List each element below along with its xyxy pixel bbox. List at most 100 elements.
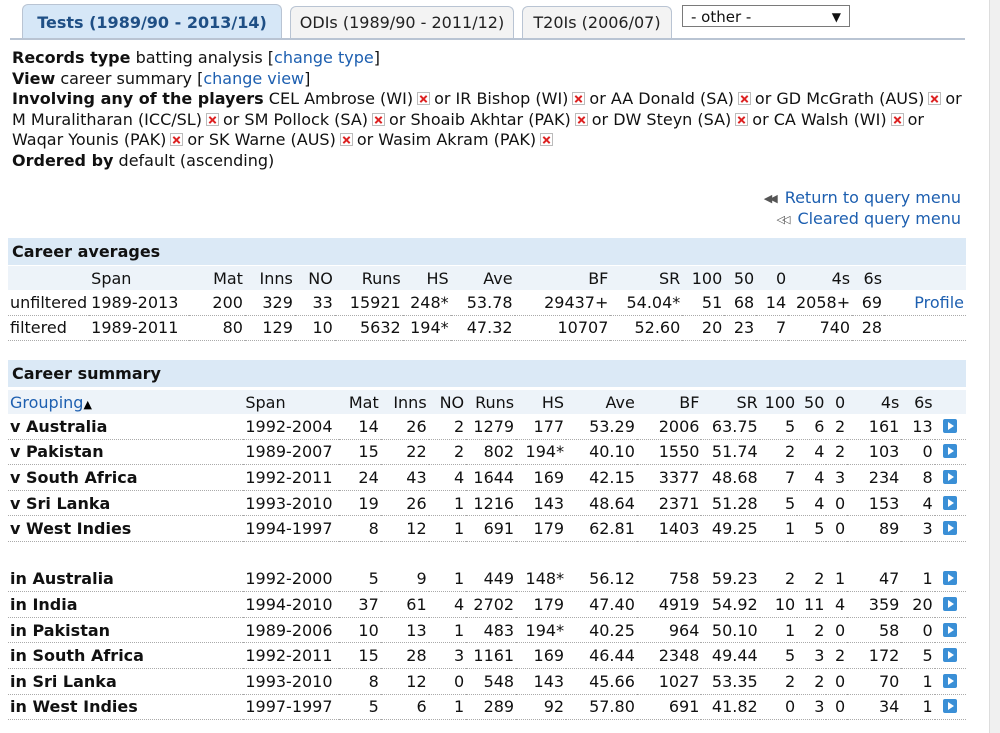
- table-cell: 758: [636, 566, 702, 593]
- drilldown-cell: [934, 464, 966, 491]
- return-query-link[interactable]: Return to query menu: [785, 188, 961, 207]
- change-view-link[interactable]: change view: [203, 69, 304, 88]
- player-name: CEL Ambrose (WI): [268, 89, 414, 108]
- tab-tests[interactable]: Tests (1989/90 - 2013/14): [22, 4, 282, 39]
- table-cell: 20: [682, 315, 725, 342]
- column-header[interactable]: 0: [826, 390, 848, 414]
- play-icon[interactable]: [943, 596, 958, 611]
- column-header[interactable]: Span: [243, 390, 340, 414]
- table-cell: 169: [516, 464, 567, 491]
- grouping-sort-link[interactable]: Grouping: [10, 393, 83, 412]
- column-header[interactable]: 4s: [847, 390, 902, 414]
- column-header[interactable]: SR: [701, 390, 760, 414]
- table-cell: 5: [339, 566, 381, 593]
- play-icon[interactable]: [943, 622, 958, 637]
- player-name: AA Donald (SA): [610, 89, 734, 108]
- column-header: 50: [724, 266, 757, 290]
- table-cell: 103: [847, 439, 902, 466]
- table-cell: 2: [826, 642, 848, 669]
- column-header[interactable]: Ave: [566, 390, 637, 414]
- drilldown-cell: [934, 694, 966, 721]
- drilldown-cell: [934, 642, 966, 669]
- change-type-link[interactable]: change type: [274, 48, 374, 67]
- remove-x-icon[interactable]: [540, 133, 554, 146]
- profile-link[interactable]: Profile: [914, 293, 964, 312]
- ordered-line: Ordered by default (ascending): [12, 151, 972, 172]
- table-cell: 4: [428, 464, 467, 491]
- table-row: filtered 1989-2011 80 129 10 5632 194* 47.32 107…: [8, 315, 966, 342]
- column-header[interactable]: 100: [759, 390, 798, 414]
- remove-x-icon[interactable]: [735, 112, 749, 126]
- table-cell: 10: [294, 315, 335, 342]
- player-name: GD McGrath (AUS): [776, 89, 925, 108]
- play-icon[interactable]: [943, 469, 958, 484]
- query-info: Records type batting analysis [change ty…: [12, 48, 972, 171]
- table-cell: 42.15: [566, 464, 637, 491]
- cleared-query-link[interactable]: Cleared query menu: [797, 209, 961, 228]
- remove-x-icon[interactable]: [205, 112, 219, 126]
- row-label: in West Indies: [8, 694, 244, 721]
- remove-x-icon[interactable]: [890, 112, 904, 126]
- drilldown-cell: [934, 566, 966, 593]
- table-cell: 0: [826, 617, 848, 644]
- table-row: in Pakistan 1989-2006 10 13 1 483 194* 40.25 964…: [8, 617, 966, 644]
- grouping-header[interactable]: Grouping▲: [8, 390, 244, 414]
- play-icon[interactable]: [943, 418, 958, 433]
- records-type-line: Records type batting analysis [change ty…: [12, 48, 380, 67]
- row-label: in India: [8, 591, 244, 618]
- page-scrollbar[interactable]: [989, 0, 1000, 733]
- column-header: Inns: [244, 266, 295, 290]
- play-icon[interactable]: [943, 571, 958, 586]
- table-cell: 1644: [466, 464, 517, 491]
- table-cell: 143: [516, 668, 567, 695]
- column-header[interactable]: NO: [428, 390, 467, 414]
- table-cell: 53.29: [566, 414, 637, 440]
- column-header[interactable]: 50: [797, 390, 827, 414]
- view-label: View: [12, 68, 56, 88]
- column-header: Mat: [189, 266, 245, 290]
- remove-x-icon[interactable]: [372, 112, 386, 126]
- play-icon[interactable]: [943, 648, 958, 663]
- header-blank: [884, 266, 966, 290]
- tab-t20is[interactable]: T20Is (2006/07): [522, 6, 672, 38]
- remove-x-icon[interactable]: [417, 92, 431, 105]
- play-icon[interactable]: [943, 495, 958, 510]
- column-header[interactable]: Runs: [466, 390, 517, 414]
- play-icon[interactable]: [943, 699, 958, 714]
- play-icon[interactable]: [943, 444, 958, 459]
- table-cell: 1989-2006: [243, 617, 340, 644]
- table-cell: 148*: [516, 566, 567, 593]
- drilldown-cell: [934, 668, 966, 695]
- format-tabs: Tests (1989/90 - 2013/14) ODIs (1989/90 …: [0, 0, 990, 40]
- table-cell: 62.81: [566, 515, 637, 542]
- table-cell: 740: [788, 315, 853, 342]
- table-cell: 1: [759, 617, 798, 644]
- table-cell: 61: [380, 591, 429, 618]
- table-cell: 47: [847, 566, 902, 593]
- remove-x-icon[interactable]: [574, 112, 588, 126]
- column-header[interactable]: 6s: [901, 390, 935, 414]
- career-averages-title: Career averages: [8, 238, 966, 265]
- remove-x-icon[interactable]: [928, 92, 942, 105]
- table-cell: 89: [847, 515, 902, 542]
- table-cell: 2: [826, 414, 848, 440]
- tab-odis[interactable]: ODIs (1989/90 - 2011/12): [290, 6, 514, 38]
- column-header[interactable]: HS: [516, 390, 567, 414]
- remove-x-icon[interactable]: [339, 133, 353, 146]
- play-icon[interactable]: [943, 673, 958, 688]
- remove-x-icon[interactable]: [572, 92, 586, 105]
- remove-x-icon[interactable]: [737, 92, 751, 105]
- table-cell: 0: [901, 617, 935, 644]
- table-cell: 80: [189, 315, 245, 342]
- or-word: or: [356, 130, 374, 149]
- table-cell: 13: [380, 617, 429, 644]
- other-format-select[interactable]: - other - ▼: [682, 5, 850, 27]
- table-cell: 4: [826, 591, 848, 618]
- remove-x-icon[interactable]: [170, 133, 184, 146]
- column-header[interactable]: BF: [636, 390, 702, 414]
- column-header[interactable]: Inns: [380, 390, 429, 414]
- column-header[interactable]: Mat: [339, 390, 381, 414]
- play-icon[interactable]: [943, 521, 958, 536]
- career-averages-table: Span Mat Inns NO Runs HS Ave BF SR 100 50 0 4s 6s unf…: [8, 266, 966, 342]
- table-cell: 1994-2010: [243, 591, 340, 618]
